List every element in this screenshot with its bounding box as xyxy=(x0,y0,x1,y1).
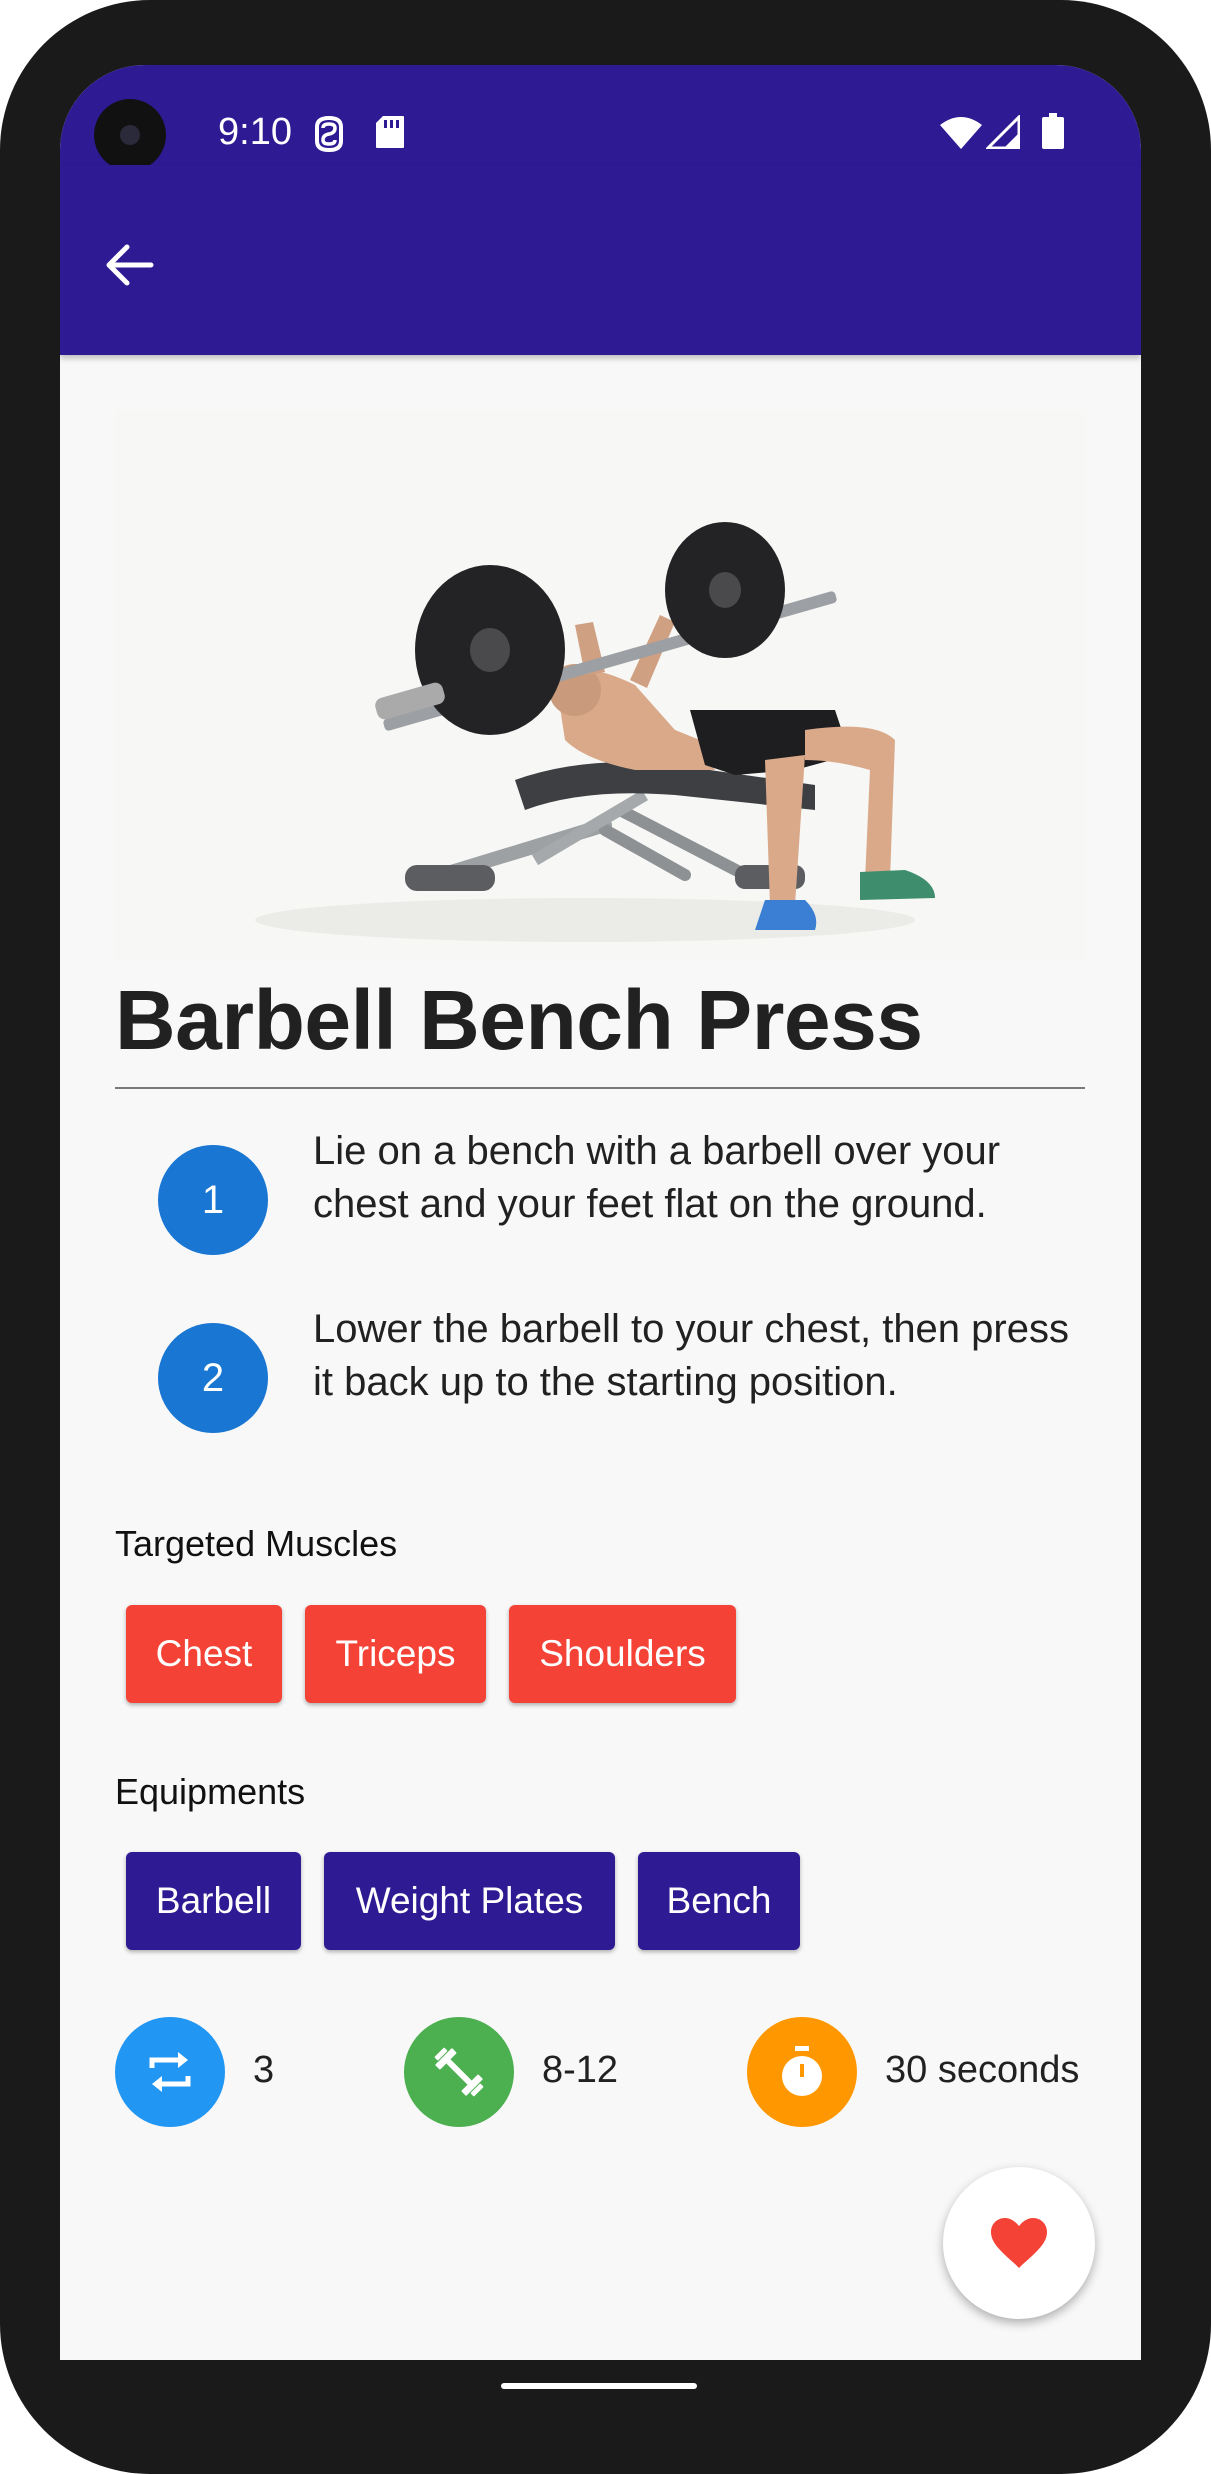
wifi-icon xyxy=(940,117,982,154)
sets-icon-badge xyxy=(115,2017,225,2127)
muscle-chip-chest[interactable]: Chest xyxy=(126,1605,282,1703)
front-camera xyxy=(94,99,166,171)
app-bar xyxy=(60,165,1141,355)
vpn-icon xyxy=(313,115,345,158)
status-time: 9:10 xyxy=(218,111,292,153)
step-text: Lie on a bench with a barbell over your … xyxy=(313,1129,1001,1226)
rest-icon-badge xyxy=(747,2017,857,2127)
battery-icon xyxy=(1042,113,1064,154)
reps-icon-badge xyxy=(404,2017,514,2127)
power-button xyxy=(1203,595,1211,765)
sd-card-icon xyxy=(375,115,405,154)
reps-value: 8-12 xyxy=(542,2049,619,2091)
equipment-chip-weight-plates[interactable]: Weight Plates xyxy=(324,1852,615,1950)
equipment-chip-barbell[interactable]: Barbell xyxy=(126,1852,301,1950)
timer-icon xyxy=(782,2046,822,2096)
signal-icon xyxy=(984,113,1021,154)
back-button[interactable] xyxy=(100,235,160,295)
equipments-label: Equipments xyxy=(115,1771,306,1812)
bench-press-illustration xyxy=(255,522,935,942)
exercise-image xyxy=(115,410,1085,960)
screen: 9:10 Barbell Bench Press 1 Lie on a benc… xyxy=(60,65,1141,2360)
dumbbell-icon xyxy=(434,2047,484,2097)
favorite-button[interactable] xyxy=(943,2167,1095,2319)
muscle-chip-shoulders[interactable]: Shoulders xyxy=(509,1605,736,1703)
status-bar: 9:10 xyxy=(60,65,1141,171)
repeat-icon xyxy=(149,2052,191,2092)
rest-value: 30 seconds xyxy=(885,2049,1080,2091)
step-number-badge: 2 xyxy=(158,1323,268,1433)
muscle-chip-triceps[interactable]: Triceps xyxy=(305,1605,486,1703)
equipment-chip-bench[interactable]: Bench xyxy=(638,1852,800,1950)
instruction-step: 2 Lower the barbell to your chest, then … xyxy=(115,1303,1085,1433)
arrow-back-icon xyxy=(106,244,154,286)
home-indicator[interactable] xyxy=(501,2383,697,2389)
volume-button xyxy=(1203,935,1211,1275)
instruction-step: 1 Lie on a bench with a barbell over you… xyxy=(115,1125,1085,1255)
targeted-muscles-label: Targeted Muscles xyxy=(115,1523,398,1564)
sets-value: 3 xyxy=(253,2049,275,2091)
step-number-badge: 1 xyxy=(158,1145,268,1255)
heart-icon xyxy=(991,2218,1047,2268)
exercise-title: Barbell Bench Press xyxy=(115,973,923,1067)
step-text: Lower the barbell to your chest, then pr… xyxy=(313,1307,1069,1404)
title-divider xyxy=(115,1087,1085,1089)
